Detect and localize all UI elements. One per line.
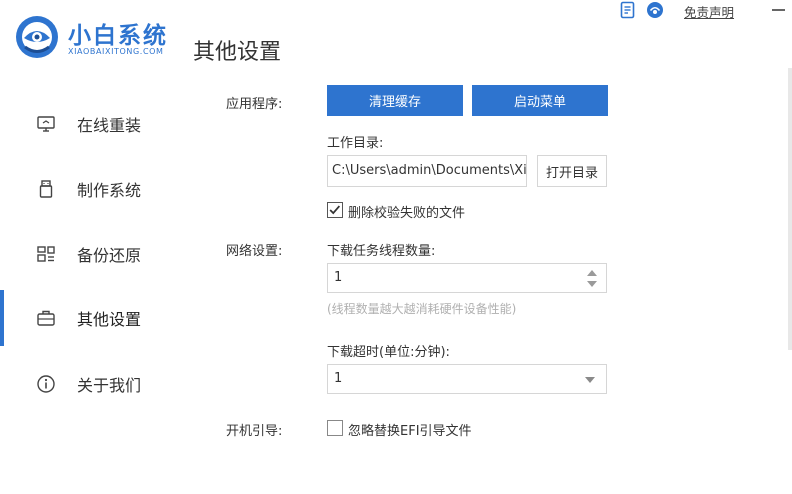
spin-down-icon[interactable] — [587, 281, 597, 287]
delete-failed-label: 删除校验失败的文件 — [348, 206, 466, 221]
page-title: 其他设置 — [193, 40, 282, 65]
support-icon[interactable] — [646, 1, 664, 19]
app-logo — [16, 16, 58, 58]
app-subtitle: XIAOBAIXITONG.COM — [68, 47, 164, 56]
workdir-label: 工作目录: — [327, 136, 384, 151]
sidebar-item-label: 其他设置 — [77, 310, 142, 329]
boot-section-label: 开机引导: — [226, 424, 283, 439]
sidebar-item-label: 备份还原 — [77, 246, 142, 265]
timeout-label: 下载超时(单位:分钟): — [327, 345, 450, 360]
minimize-button[interactable] — [772, 9, 785, 11]
clear-cache-button[interactable]: 清理缓存 — [327, 85, 463, 116]
sidebar-item-backup-restore[interactable]: 备份还原 — [0, 226, 190, 282]
threads-hint: (线程数量越大越消耗硬件设备性能) — [327, 302, 517, 316]
workdir-input[interactable]: C:\Users\admin\Documents\Xia — [327, 155, 527, 187]
backup-icon — [37, 246, 55, 262]
feedback-icon[interactable] — [619, 1, 637, 19]
ignore-efi-checkbox[interactable] — [327, 420, 343, 436]
timeout-select[interactable]: 1 — [327, 364, 607, 394]
briefcase-icon — [37, 310, 55, 326]
sidebar-item-label: 制作系统 — [77, 181, 142, 200]
threads-spinbox[interactable]: 1 — [327, 263, 607, 293]
app-name: 小白系统 — [68, 23, 168, 49]
sidebar-item-other-settings[interactable]: 其他设置 — [0, 290, 190, 346]
sidebar-item-label: 关于我们 — [77, 376, 142, 395]
delete-failed-checkbox[interactable] — [327, 202, 343, 218]
sidebar-item-label: 在线重装 — [77, 116, 142, 135]
timeout-value: 1 — [334, 371, 343, 386]
boot-menu-button[interactable]: 启动菜单 — [472, 85, 608, 116]
checkmark-icon — [329, 205, 341, 215]
scrollbar[interactable] — [788, 68, 792, 350]
network-section-label: 网络设置: — [226, 244, 283, 259]
spin-up-icon[interactable] — [587, 270, 597, 276]
info-icon — [37, 375, 55, 393]
usb-icon — [39, 180, 53, 198]
ignore-efi-label: 忽略替换EFI引导文件 — [348, 424, 472, 439]
sidebar-item-make-system[interactable]: 制作系统 — [0, 161, 190, 217]
threads-value: 1 — [334, 270, 343, 285]
open-dir-button[interactable]: 打开目录 — [537, 155, 607, 187]
chevron-down-icon — [585, 377, 595, 383]
sidebar-item-about-us[interactable]: 关于我们 — [0, 356, 190, 412]
threads-label: 下载任务线程数量: — [327, 244, 436, 259]
disclaimer-link[interactable]: 免责声明 — [684, 2, 734, 21]
application-section-label: 应用程序: — [226, 97, 283, 112]
monitor-icon — [37, 116, 55, 132]
sidebar-item-online-reinstall[interactable]: 在线重装 — [0, 96, 190, 152]
